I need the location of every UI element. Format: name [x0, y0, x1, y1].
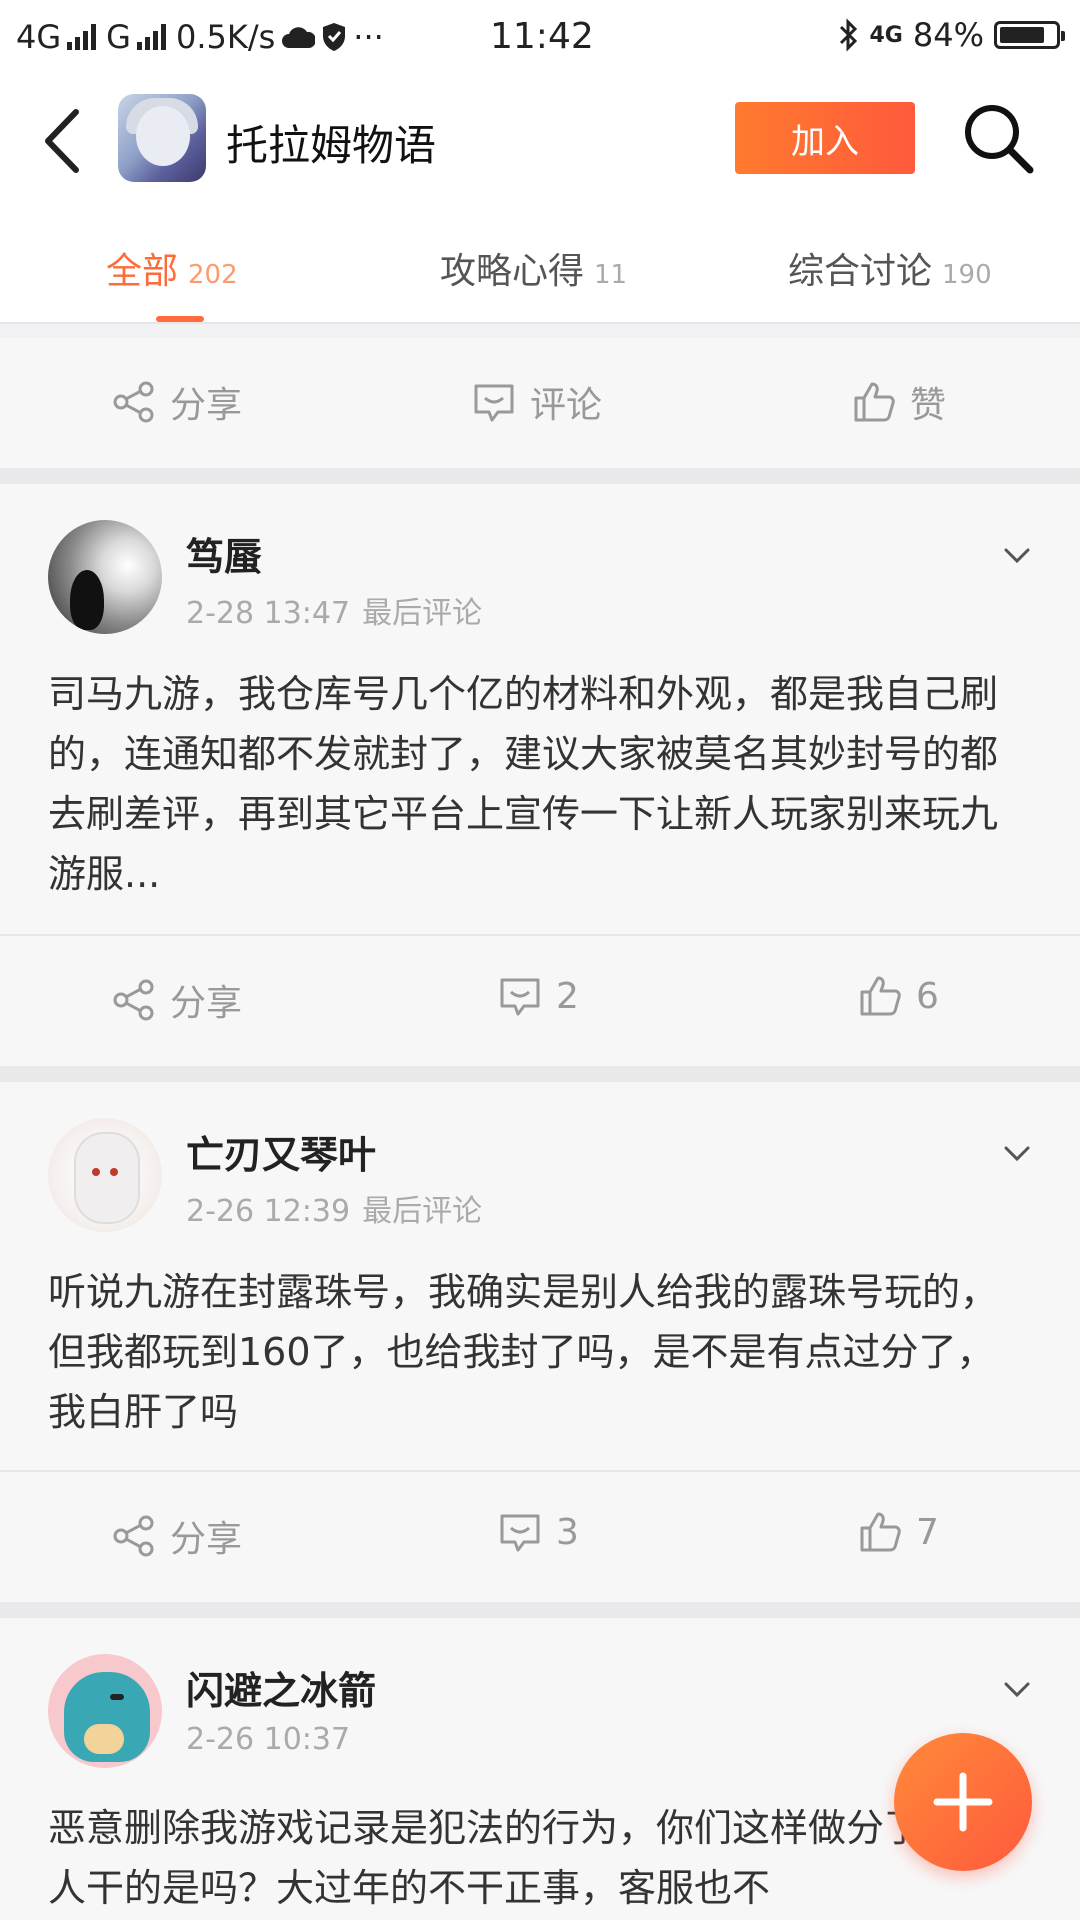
comment-button[interactable]: 评论 — [472, 376, 602, 428]
status-left: 4G G 0.5K/s ··· — [16, 18, 384, 56]
share-icon — [113, 381, 154, 423]
chevron-down-icon — [1004, 1146, 1030, 1162]
comment-label: 评论 — [530, 385, 603, 426]
share-button[interactable]: 分享 — [112, 1510, 242, 1562]
tab-count: 11 — [594, 260, 628, 290]
avatar[interactable] — [48, 1118, 162, 1232]
signal-icon-2 — [136, 24, 166, 50]
battery-icon — [994, 21, 1065, 49]
post-body[interactable]: 听说九游在封露珠号，我确实是别人给我的露珠号玩的，但我都玩到160了，也给我封了… — [48, 1262, 1028, 1442]
username[interactable]: 闪避之冰箭 — [186, 1660, 376, 1715]
post-time: 2-28 13:47 最后评论 — [186, 588, 482, 632]
share-label: 分享 — [170, 1519, 243, 1560]
thumbs-up-icon — [860, 976, 901, 1016]
post-body[interactable]: 司马九游，我仓库号几个亿的材料和外观，都是我自己刷的，连通知都不发就封了，建议大… — [48, 664, 1028, 904]
chevron-down-icon — [1004, 548, 1030, 564]
network-type-2: G — [106, 18, 131, 56]
status-right: 4G 84% — [838, 16, 1065, 54]
search-icon — [965, 105, 1034, 174]
clock: 11:42 — [490, 16, 594, 57]
post-time: 2-26 10:37 — [186, 1722, 350, 1757]
post-card[interactable]: 笃蜃 2-28 13:47 最后评论 司马九游，我仓库号几个亿的材料和外观，都是我… — [0, 484, 1080, 936]
like-label: 赞 — [910, 385, 947, 426]
post-card[interactable]: 亡刃又琴叶 2-26 12:39 最后评论 听说九游在封露珠号，我确实是别人给我的… — [0, 1082, 1080, 1472]
comment-icon — [474, 384, 514, 422]
share-label: 分享 — [170, 983, 243, 1024]
game-icon — [118, 94, 206, 182]
tab-label: 全部 — [106, 251, 179, 292]
comment-icon — [500, 978, 540, 1016]
post-time: 2-26 12:39 最后评论 — [186, 1186, 482, 1230]
tab-guides[interactable]: 攻略心得 11 — [440, 242, 627, 294]
network-speed: 0.5K/s — [175, 18, 276, 56]
chevron-down-icon — [1004, 1682, 1030, 1698]
post-actions: 分享 2 6 — [0, 936, 1080, 1066]
avatar[interactable] — [48, 1654, 162, 1768]
plus-icon — [933, 1772, 993, 1832]
share-icon — [113, 979, 154, 1021]
share-label: 分享 — [170, 385, 243, 426]
shield-icon — [323, 23, 346, 51]
post-actions: 分享 3 7 — [0, 1472, 1080, 1602]
last-comment-label: 最后评论 — [362, 1194, 483, 1229]
bluetooth-icon — [839, 18, 857, 52]
username[interactable]: 笃蜃 — [186, 526, 262, 581]
like-count: 6 — [916, 975, 939, 1017]
right-network: 4G — [869, 22, 903, 48]
thumbs-up-icon — [854, 382, 895, 422]
section-gap — [0, 468, 1080, 484]
comment-icon — [500, 1514, 540, 1552]
comment-count: 2 — [556, 975, 579, 1017]
status-bar: 4G G 0.5K/s ··· 11:42 4G 84% — [0, 0, 1080, 76]
back-button[interactable] — [36, 106, 96, 176]
comment-button[interactable]: 3 — [498, 1510, 579, 1554]
category-tabs: 全部 202 攻略心得 11 综合讨论 190 — [0, 206, 1080, 324]
username[interactable]: 亡刃又琴叶 — [186, 1124, 376, 1179]
app-header: 托拉姆物语 加入 — [0, 76, 1080, 206]
status-more: ··· — [353, 18, 384, 56]
share-icon — [113, 1515, 154, 1557]
tab-count: 190 — [942, 260, 992, 290]
share-button[interactable]: 分享 — [112, 376, 242, 428]
like-button[interactable]: 6 — [858, 974, 939, 1018]
page-title: 托拉姆物语 — [226, 121, 437, 170]
section-gap — [0, 1602, 1080, 1618]
search-button[interactable] — [960, 100, 1036, 176]
timestamp: 2-26 10:37 — [186, 1722, 351, 1757]
chevron-left-icon — [45, 109, 79, 173]
more-button[interactable] — [1000, 1142, 1034, 1166]
post-body[interactable]: 恶意删除我游戏记录是犯法的行为，你们这样做分了。是人干的是吗？大过年的不干正事，… — [48, 1798, 1028, 1918]
new-post-button[interactable] — [894, 1733, 1032, 1871]
thumbs-up-icon — [860, 1512, 901, 1552]
comment-count: 3 — [556, 1511, 579, 1553]
active-tab-indicator — [156, 316, 204, 322]
avatar[interactable] — [48, 520, 162, 634]
section-gap — [0, 1066, 1080, 1082]
tab-count: 202 — [188, 260, 238, 290]
tab-all[interactable]: 全部 202 — [106, 242, 238, 294]
cloud-icon — [282, 27, 316, 48]
more-button[interactable] — [1000, 1678, 1034, 1702]
tab-label: 攻略心得 — [440, 251, 585, 292]
comment-button[interactable]: 2 — [498, 974, 579, 1018]
timestamp: 2-28 13:47 — [186, 596, 351, 631]
like-button[interactable]: 赞 — [852, 376, 946, 428]
like-button[interactable]: 7 — [858, 1510, 939, 1554]
share-button[interactable]: 分享 — [112, 974, 242, 1026]
join-button[interactable]: 加入 — [735, 102, 915, 174]
last-comment-label: 最后评论 — [362, 596, 483, 631]
battery-fill — [1000, 27, 1045, 43]
tab-discussion[interactable]: 综合讨论 190 — [788, 242, 992, 294]
post-actions: 分享 评论 赞 — [0, 338, 1080, 468]
tab-label: 综合讨论 — [788, 251, 933, 292]
battery-percent: 84% — [912, 16, 984, 54]
like-count: 7 — [916, 1511, 939, 1553]
timestamp: 2-26 12:39 — [186, 1194, 351, 1229]
network-type-1: 4G — [16, 18, 62, 56]
signal-icon — [67, 24, 97, 50]
more-button[interactable] — [1000, 544, 1034, 568]
